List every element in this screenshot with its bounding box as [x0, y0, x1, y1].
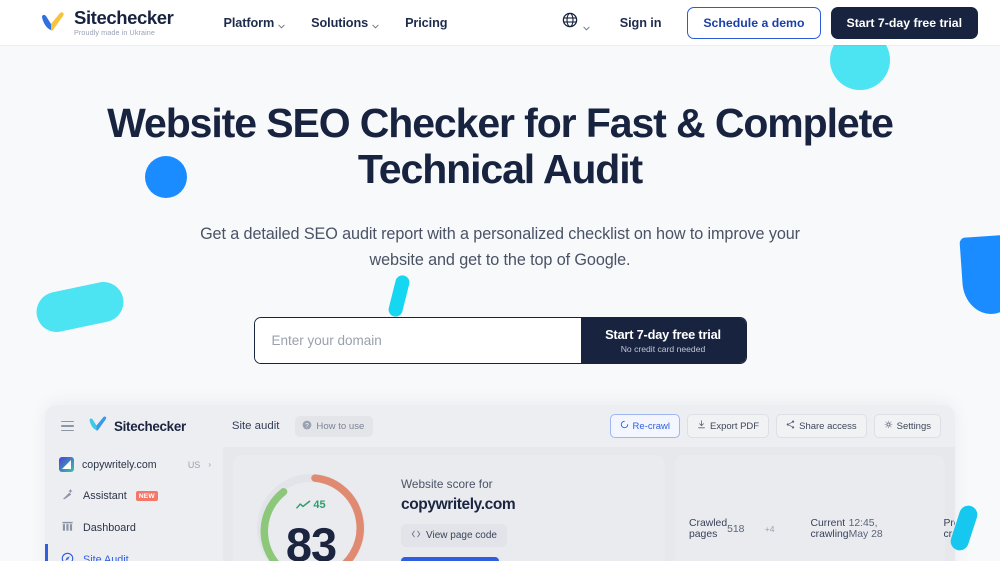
sidebar-item-site-audit[interactable]: Site Audit — [45, 544, 223, 561]
app-brand-name: Sitechecker — [114, 418, 186, 434]
chevron-down-icon — [583, 19, 590, 31]
chevron-down-icon — [278, 19, 285, 29]
refresh-icon — [620, 420, 629, 432]
site-header: Sitechecker Proudly made in Ukraine Plat… — [0, 0, 1000, 45]
share-icon — [786, 420, 795, 432]
globe-icon — [562, 12, 578, 33]
question-circle-icon: ? — [302, 420, 312, 433]
recrawl-button[interactable]: Re-crawl — [609, 414, 680, 438]
view-page-code-label: View page code — [426, 530, 497, 541]
settings-button[interactable]: Settings — [873, 414, 941, 438]
gear-icon — [884, 420, 893, 432]
score-trend: 45 — [252, 499, 370, 511]
hero-subtitle: Get a detailed SEO audit report with a p… — [200, 225, 800, 269]
nav-label-solutions: Solutions — [311, 15, 369, 30]
decorative-cyan-slash — [387, 273, 411, 319]
magic-wand-icon — [61, 488, 74, 504]
brand-logo[interactable]: Sitechecker Proudly made in Ukraine — [40, 6, 174, 38]
sidebar-project-selector[interactable]: copywritely.com US › — [45, 449, 223, 480]
app-action-buttons: Re-crawl Export PDF Share access Setting… — [609, 414, 941, 438]
sidebar-item-dashboard[interactable]: Dashboard — [45, 512, 223, 544]
score-label: Website score for — [401, 477, 493, 491]
nav-item-platform[interactable]: Platform — [223, 16, 285, 30]
checkmark-logo-icon — [88, 415, 108, 437]
app-topbar: Sitechecker Site audit ? How to use Re-c… — [45, 405, 955, 447]
start-trial-label: Start 7-day free trial — [605, 327, 721, 342]
nav-item-pricing[interactable]: Pricing — [405, 16, 447, 30]
recrawl-label: Re-crawl — [632, 420, 670, 432]
sidebar-label-assistant: Assistant — [83, 490, 127, 502]
landing-page: Sitechecker Proudly made in Ukraine Plat… — [0, 0, 1000, 561]
nav-item-solutions[interactable]: Solutions — [311, 16, 379, 30]
download-icon — [697, 420, 706, 432]
project-region: US — [187, 459, 201, 470]
stat-label: Previous crawling — [943, 518, 955, 540]
nav-label-platform: Platform — [223, 15, 275, 30]
stat-row-previous-crawling: Previous crawling 00:13, May 27 — [929, 463, 955, 561]
share-access-label: Share access — [799, 420, 857, 432]
compass-icon — [61, 552, 74, 561]
share-access-button[interactable]: Share access — [776, 414, 867, 438]
dashboard-icon — [61, 520, 74, 536]
nav-label-pricing: Pricing — [405, 15, 448, 30]
status-badge-new: NEW — [135, 491, 158, 501]
language-selector[interactable] — [562, 12, 590, 33]
app-sidebar: copywritely.com US › Assistant NEW Dashb… — [45, 447, 223, 561]
sidebar-item-assistant[interactable]: Assistant NEW — [45, 480, 223, 512]
how-to-use-button[interactable]: ? How to use — [295, 415, 374, 437]
sidebar-label-dashboard: Dashboard — [83, 522, 136, 534]
sidebar-label-site-audit: Site Audit — [83, 554, 129, 561]
app-brand-logo[interactable]: Sitechecker — [88, 415, 186, 437]
app-preview: Sitechecker Site audit ? How to use Re-c… — [45, 405, 955, 561]
project-icon — [59, 457, 74, 472]
stat-label: Current crawling — [810, 518, 849, 540]
app-body: copywritely.com US › Assistant NEW Dashb… — [45, 447, 955, 561]
settings-label: Settings — [896, 420, 931, 432]
stat-value: 12:45, May 28 — [848, 518, 883, 540]
checkmark-logo-icon — [40, 12, 66, 32]
schedule-demo-button[interactable]: Schedule a demo — [687, 6, 821, 39]
chevron-down-icon — [372, 19, 379, 29]
domain-input[interactable] — [254, 318, 581, 363]
view-page-code-button[interactable]: View page code — [401, 524, 507, 547]
signin-link[interactable]: Sign in — [620, 16, 662, 30]
stat-row-crawled-pages: Crawled pages 518 +4 — [675, 463, 788, 561]
stat-delta: +4 — [764, 524, 775, 534]
domain-form-wrapper: Start 7-day free trial No credit card ne… — [0, 317, 1000, 364]
start-trial-button-hero[interactable]: Start 7-day free trial No credit card ne… — [580, 318, 746, 363]
trend-up-icon — [296, 500, 311, 510]
page-title: Website SEO Checker for Fast & Complete … — [107, 100, 894, 192]
tab-site-audit[interactable]: Site audit — [232, 420, 280, 432]
score-trend-value: 45 — [313, 499, 326, 511]
primary-action-button[interactable] — [401, 557, 499, 561]
how-to-use-label: How to use — [316, 420, 365, 432]
score-info: Website score for copywritely.com View p… — [383, 465, 516, 561]
export-pdf-label: Export PDF — [710, 420, 760, 432]
stat-row-current-crawling: Current crawling 12:45, May 28 — [796, 463, 921, 561]
svg-text:?: ? — [306, 422, 310, 429]
hero-section: Website SEO Checker for Fast & Complete … — [0, 45, 1000, 364]
score-gauge: 45 83 — [252, 469, 370, 561]
stats-card: Crawled pages 518 +4 Current crawling 12… — [675, 455, 955, 561]
project-name: copywritely.com — [82, 458, 157, 471]
brand-tagline: Proudly made in Ukraine — [74, 28, 156, 38]
no-credit-card-note: No credit card needed — [620, 344, 706, 354]
score-domain: copywritely.com — [401, 496, 516, 513]
main-nav: Platform Solutions Pricing — [223, 16, 447, 30]
domain-audit-form: Start 7-day free trial No credit card ne… — [253, 317, 747, 364]
stat-value: 518 — [727, 523, 745, 535]
export-pdf-button[interactable]: Export PDF — [687, 414, 770, 438]
score-value: 83 — [285, 518, 337, 561]
brand-name: Sitechecker — [74, 6, 174, 28]
stat-label: Crawled pages — [689, 518, 728, 540]
app-main-content: 45 83 Website score for copywritely.com — [223, 447, 955, 561]
code-icon — [411, 529, 421, 542]
chevron-right-icon: › — [208, 460, 211, 469]
score-gauge-wrapper: 45 83 — [247, 465, 375, 561]
score-card: 45 83 Website score for copywritely.com — [233, 455, 665, 561]
start-trial-button-header[interactable]: Start 7-day free trial — [830, 6, 978, 39]
hamburger-icon[interactable] — [61, 420, 74, 432]
